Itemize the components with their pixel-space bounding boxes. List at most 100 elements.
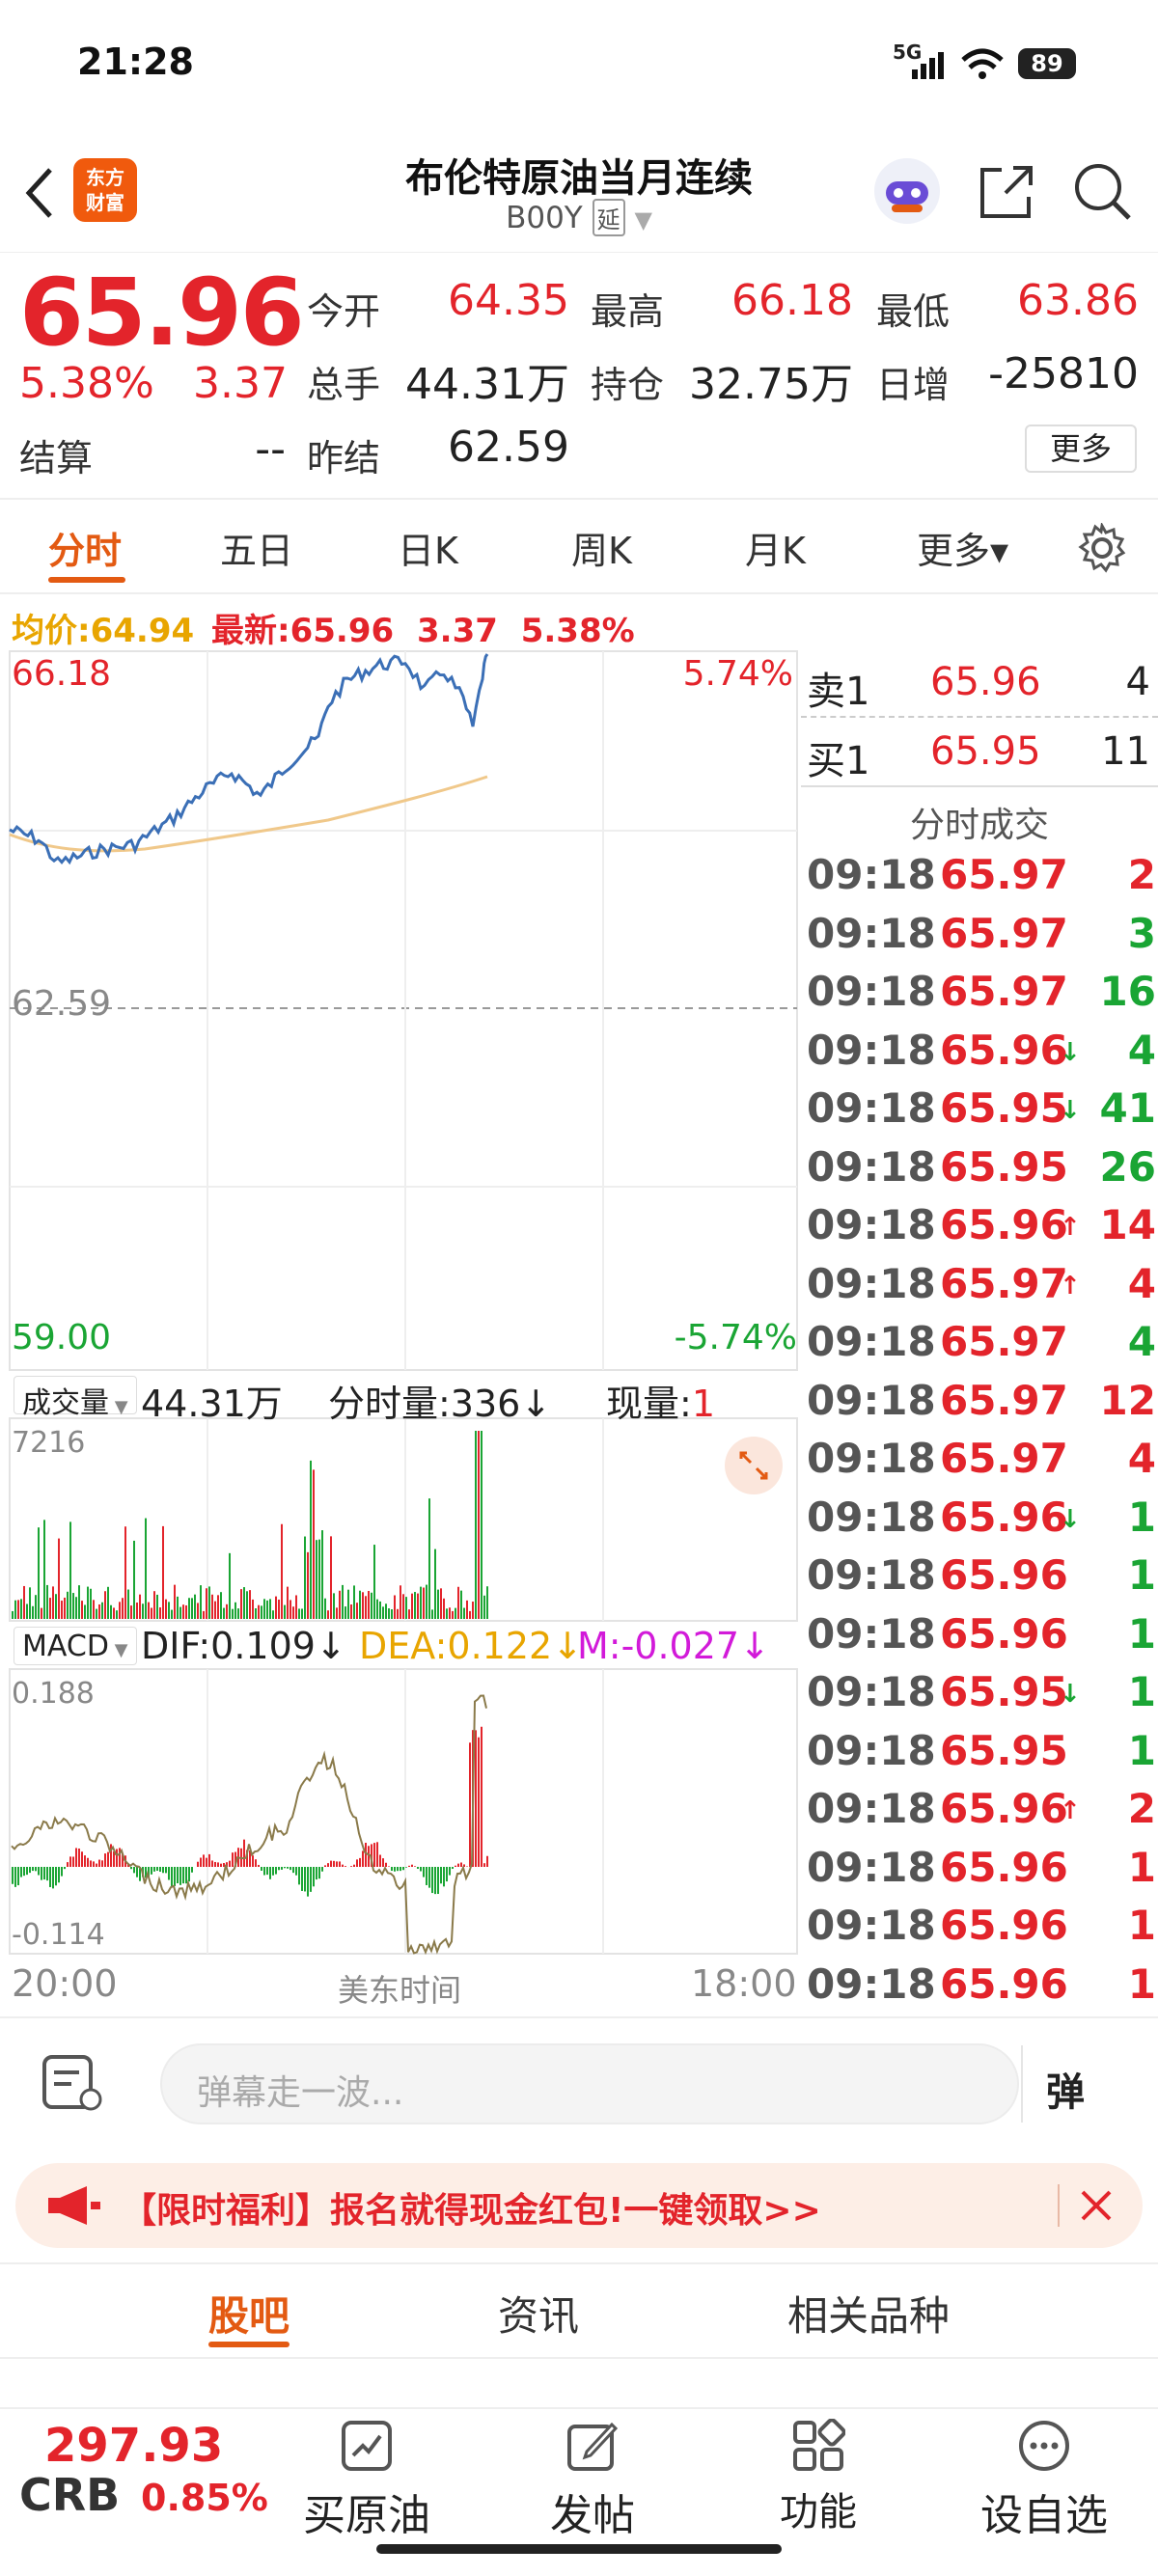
volume-bar <box>148 1602 150 1619</box>
macd-bar <box>350 1866 352 1867</box>
prev-settle-value: 62.59 <box>448 423 569 472</box>
crb-index-value[interactable]: 297.93 <box>44 2419 223 2473</box>
danmu-toggle-button[interactable]: 弹 <box>1046 2061 1085 2117</box>
volume-bar <box>78 1585 80 1619</box>
volume-bar <box>75 1597 77 1619</box>
macd-bar <box>304 1867 306 1892</box>
volume-bar <box>295 1595 297 1619</box>
macd-bar <box>457 1863 459 1867</box>
robot-assistant-icon[interactable] <box>872 156 942 226</box>
trade-price: 65.96 <box>940 1493 1068 1541</box>
volume-bar <box>446 1608 448 1619</box>
volume-bar <box>400 1585 401 1619</box>
macd-bar <box>151 1867 152 1875</box>
macd-bar <box>339 1861 341 1867</box>
macd-bar <box>217 1862 219 1867</box>
macd-bar <box>98 1859 100 1867</box>
tab-related[interactable]: 相关品种 <box>787 2284 950 2343</box>
trade-qty: 26 <box>1099 1142 1156 1191</box>
functions-button[interactable]: 功能 <box>741 2418 896 2536</box>
tab-more[interactable]: 更多▾ <box>917 521 1008 574</box>
prev-settle-label: 昨结 <box>307 437 381 480</box>
buy-1-row: 买1 65.95 11 <box>801 718 1158 787</box>
macd-bar <box>452 1867 454 1870</box>
tab-weekly-k[interactable]: 周K <box>571 521 632 574</box>
comment-bar: 弹幕走一波... 弹 <box>0 2016 1158 2147</box>
share-icon[interactable] <box>977 160 1038 222</box>
macd-bar <box>20 1867 22 1877</box>
trade-time: 09:18 <box>807 968 936 1015</box>
close-icon[interactable] <box>1077 2186 1116 2225</box>
volume-bar <box>133 1540 135 1619</box>
macd-bar <box>162 1867 164 1874</box>
trade-row: 09:18 65.97 2 <box>801 845 1158 904</box>
volume-bar <box>379 1601 381 1619</box>
crb-index-name: CRB <box>19 2469 121 2521</box>
search-icon[interactable] <box>1071 160 1133 222</box>
settings-gear-icon[interactable] <box>1077 523 1127 573</box>
expand-icon[interactable] <box>724 1436 784 1495</box>
volume-bar <box>313 1469 315 1619</box>
tab-guba[interactable]: 股吧 <box>208 2284 290 2343</box>
danmu-input[interactable]: 弹幕走一波... 弹 <box>160 2043 1085 2124</box>
trade-row: 09:18 65.97 3 <box>801 904 1158 963</box>
buy-qty: 11 <box>1101 729 1150 774</box>
volume-bar <box>356 1603 358 1619</box>
macd-bar <box>197 1861 199 1867</box>
time-axis-label: 美东时间 <box>338 1972 462 2009</box>
macd-bar <box>362 1850 364 1867</box>
promo-banner[interactable]: 【限时福利】报名就得现金红包!一键领取>> <box>15 2163 1143 2248</box>
volume-bar <box>388 1608 390 1619</box>
macd-bar <box>397 1867 399 1872</box>
high-value: 66.18 <box>731 276 853 325</box>
macd-bar <box>310 1867 312 1892</box>
volume-bar <box>208 1586 210 1619</box>
tab-intraday[interactable]: 分时 <box>48 521 122 574</box>
intraday-chart-area[interactable]: 66.18 5.74% 62.59 59.00 -5.74% 成交量 ▼ 44.… <box>0 646 801 2016</box>
buy-oil-button[interactable]: 买原油 <box>290 2419 444 2542</box>
macd-bar <box>402 1867 404 1871</box>
macd-bar <box>449 1867 451 1876</box>
volume-indicator-selector[interactable]: 成交量 ▼ <box>14 1376 137 1420</box>
macd-bar <box>426 1867 427 1885</box>
macd-bar <box>61 1867 63 1877</box>
volume-label: 总手 <box>307 364 381 406</box>
sell-price: 65.96 <box>930 660 1041 704</box>
volume-bar <box>14 1600 16 1619</box>
tab-five-day[interactable]: 五日 <box>220 521 293 574</box>
volume-now: 现量:1 <box>606 1374 715 1427</box>
instrument-code[interactable]: B00Y 延 ▼ <box>290 199 868 236</box>
tab-monthly-k[interactable]: 月K <box>745 521 806 574</box>
macd-bar <box>278 1867 280 1871</box>
volume-bar <box>46 1584 48 1619</box>
time-axis-start: 20:00 <box>12 1962 118 2005</box>
trade-time: 09:18 <box>807 1376 936 1424</box>
trade-price: 65.96 <box>940 1551 1068 1599</box>
tab-daily-k[interactable]: 日K <box>398 521 458 574</box>
app-logo[interactable]: 东方 财富 <box>73 158 137 222</box>
back-icon[interactable] <box>19 164 58 222</box>
trade-price: 65.96 <box>940 1609 1068 1658</box>
note-icon[interactable] <box>41 2053 108 2115</box>
trade-time: 09:18 <box>807 909 936 957</box>
volume-bar <box>156 1594 158 1619</box>
trade-row: 09:18 65.95 26 <box>801 1137 1158 1196</box>
trade-qty: 4 <box>1127 1259 1156 1307</box>
macd-histogram <box>12 1726 488 1897</box>
dea-value: DEA:0.122↓ <box>359 1625 584 1667</box>
volume-bar <box>431 1609 433 1619</box>
add-watchlist-button[interactable]: 设自选 <box>967 2419 1121 2542</box>
volume-bar <box>371 1592 372 1619</box>
macd-bar <box>455 1865 456 1867</box>
macd-bar <box>17 1867 19 1886</box>
arrow-down-icon: ↓ <box>1060 1096 1081 1125</box>
macd-indicator-selector[interactable]: MACD ▼ <box>14 1627 137 1665</box>
more-quote-button[interactable]: 更多 <box>1025 425 1137 473</box>
volume-bar <box>64 1597 66 1619</box>
volume-bar <box>359 1590 361 1619</box>
macd-bar <box>35 1867 37 1872</box>
volume-bar <box>69 1521 71 1619</box>
macd-axis-max: 0.188 <box>12 1677 95 1711</box>
tab-news[interactable]: 资讯 <box>498 2284 579 2343</box>
post-button[interactable]: 发帖 <box>515 2419 670 2542</box>
